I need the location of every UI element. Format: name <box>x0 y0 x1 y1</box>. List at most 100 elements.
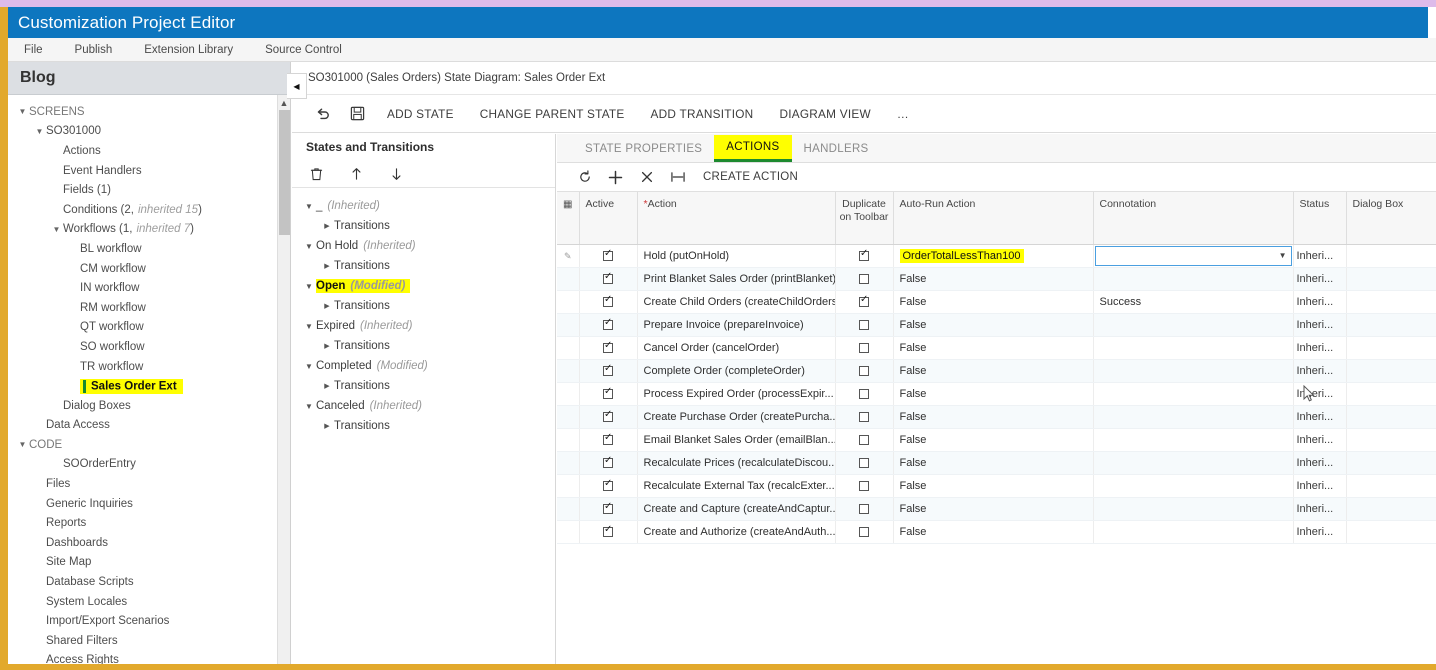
checkbox-icon[interactable] <box>603 432 613 445</box>
connotation-dropdown[interactable]: ▼ <box>1094 245 1292 266</box>
state-node-transitions[interactable]: ▶ Transitions <box>292 216 555 236</box>
state-node-transitions[interactable]: ▶ Transitions <box>292 376 555 396</box>
checkbox-icon[interactable] <box>859 248 869 261</box>
status-cell[interactable]: Inheri... <box>1293 313 1347 337</box>
dialog-box-cell[interactable] <box>1346 497 1436 521</box>
auto-run-action-cell[interactable]: False <box>893 313 1094 337</box>
status-cell[interactable]: Inheri... <box>1293 405 1347 429</box>
sidebar-item-rm-workflow[interactable]: RM workflow <box>8 298 290 318</box>
checkbox-icon[interactable] <box>603 455 613 468</box>
duplicate-on-toolbar-checkbox-cell[interactable] <box>835 336 894 360</box>
tab-actions[interactable]: ACTIONS <box>714 135 792 162</box>
chevron-down-icon[interactable]: ▼ <box>50 225 63 234</box>
table-row[interactable]: Create Purchase Order (createPurcha... Fa… <box>557 405 1436 429</box>
dialog-box-cell[interactable] <box>1346 359 1436 383</box>
delete-icon[interactable] <box>631 164 662 190</box>
tab-handlers[interactable]: HANDLERS <box>792 135 881 162</box>
sidebar-item-in-workflow[interactable]: IN workflow <box>8 278 290 298</box>
column-header-duplicate-on-toolbar[interactable]: Duplicate on Toolbar <box>835 192 894 245</box>
action-cell[interactable]: Recalculate External Tax (recalcExter... <box>637 474 836 498</box>
sidebar-item-database-scripts[interactable]: Database Scripts <box>8 572 290 592</box>
change-parent-state-button[interactable]: CHANGE PARENT STATE <box>467 99 638 129</box>
highlighted-tree-item[interactable]: Sales Order Ext <box>80 378 183 394</box>
auto-run-action-cell[interactable]: False <box>893 428 1094 452</box>
table-row[interactable]: Process Expired Order (processExpir... Fa… <box>557 382 1436 406</box>
column-header-connotation[interactable]: Connotation <box>1093 192 1294 245</box>
state-node-canceled[interactable]: ▼ Canceled (Inherited) <box>292 396 555 416</box>
checkbox-icon[interactable] <box>603 317 613 330</box>
dialog-box-cell[interactable] <box>1346 267 1436 291</box>
chevron-down-icon[interactable]: ▼ <box>33 127 46 136</box>
duplicate-on-toolbar-checkbox-cell[interactable] <box>835 451 894 475</box>
column-header-active[interactable]: Active <box>579 192 638 245</box>
chevron-right-icon[interactable]: ▶ <box>320 382 334 390</box>
checkbox-icon[interactable] <box>603 363 613 376</box>
connotation-cell[interactable] <box>1093 382 1294 406</box>
checkbox-icon[interactable] <box>603 501 613 514</box>
table-row[interactable]: Prepare Invoice (prepareInvoice) False Inh… <box>557 313 1436 337</box>
chevron-right-icon[interactable]: ▶ <box>320 302 334 310</box>
status-cell[interactable]: Inheri... <box>1293 336 1347 360</box>
auto-run-action-cell[interactable]: False <box>893 382 1094 406</box>
state-node-[interactable]: ▼ _ (Inherited) <box>292 196 555 216</box>
state-node-completed[interactable]: ▼ Completed (Modified) <box>292 356 555 376</box>
sidebar-item-code[interactable]: ▼ CODE <box>8 435 290 455</box>
add-state-button[interactable]: ADD STATE <box>374 99 467 129</box>
checkbox-icon[interactable] <box>603 524 613 537</box>
dialog-box-cell[interactable] <box>1346 451 1436 475</box>
status-cell[interactable]: Inheri... <box>1293 428 1347 452</box>
add-icon[interactable] <box>600 164 631 190</box>
checkbox-icon[interactable] <box>859 342 869 353</box>
action-cell[interactable]: Create and Capture (createAndCaptur... <box>637 497 836 521</box>
auto-run-action-cell[interactable]: False <box>893 497 1094 521</box>
highlighted-state[interactable]: Open (Modified) <box>316 279 411 293</box>
table-row[interactable]: Create Child Orders (createChildOrders) F… <box>557 290 1436 314</box>
sidebar-item-import-export-scenarios[interactable]: Import/Export Scenarios <box>8 611 290 631</box>
column-header-row-indicator[interactable]: ▦ <box>557 192 580 245</box>
sidebar-item-site-map[interactable]: Site Map <box>8 553 290 573</box>
action-cell[interactable]: Complete Order (completeOrder) <box>637 359 836 383</box>
action-cell[interactable]: Print Blanket Sales Order (printBlanket) <box>637 267 836 291</box>
sidebar-item-conditions-2[interactable]: Conditions (2, inherited 15) <box>8 200 290 220</box>
create-action-button[interactable]: CREATE ACTION <box>693 171 808 183</box>
sidebar-item-event-handlers[interactable]: Event Handlers <box>8 161 290 181</box>
table-row[interactable]: Complete Order (completeOrder) False Inher… <box>557 359 1436 383</box>
column-header-auto-run-action[interactable]: Auto-Run Action <box>893 192 1094 245</box>
table-row[interactable]: Print Blanket Sales Order (printBlanket)… <box>557 267 1436 291</box>
status-cell[interactable]: Inheri... <box>1293 267 1347 291</box>
active-checkbox-cell[interactable] <box>579 313 638 337</box>
connotation-cell[interactable] <box>1093 267 1294 291</box>
connotation-cell[interactable] <box>1093 428 1294 452</box>
auto-run-action-cell[interactable]: False <box>893 451 1094 475</box>
status-cell[interactable]: Inheri... <box>1293 451 1347 475</box>
sidebar-item-reports[interactable]: Reports <box>8 513 290 533</box>
sidebar-item-so301000[interactable]: ▼ SO301000 <box>8 122 290 142</box>
refresh-icon[interactable] <box>569 164 600 190</box>
status-cell[interactable]: Inheri... <box>1293 520 1347 544</box>
chevron-down-icon[interactable]: ▼ <box>1279 251 1287 260</box>
active-checkbox-cell[interactable] <box>579 382 638 406</box>
status-cell[interactable]: Inheri... <box>1293 474 1347 498</box>
menu-item-extension-library[interactable]: Extension Library <box>128 44 249 56</box>
checkbox-icon[interactable] <box>859 294 869 307</box>
sidebar-item-actions[interactable]: Actions <box>8 141 290 161</box>
dialog-box-cell[interactable] <box>1346 520 1436 544</box>
chevron-down-icon[interactable]: ▼ <box>302 242 316 251</box>
sidebar-item-shared-filters[interactable]: Shared Filters <box>8 631 290 651</box>
auto-run-action-cell[interactable]: False <box>893 405 1094 429</box>
status-cell[interactable]: Inheri... <box>1293 382 1347 406</box>
checkbox-icon[interactable] <box>603 271 613 284</box>
auto-run-action-cell[interactable]: False <box>893 474 1094 498</box>
state-node-transitions[interactable]: ▶ Transitions <box>292 296 555 316</box>
table-row[interactable]: Create and Authorize (createAndAuth... Fa… <box>557 520 1436 544</box>
table-row[interactable]: Email Blanket Sales Order (emailBlan... F… <box>557 428 1436 452</box>
scrollbar-thumb[interactable] <box>279 110 290 235</box>
checkbox-icon[interactable] <box>859 365 869 376</box>
sidebar-item-sales-order-ext[interactable]: Sales Order Ext <box>8 376 290 396</box>
chevron-right-icon[interactable]: ▶ <box>320 262 334 270</box>
sidebar-item-tr-workflow[interactable]: TR workflow <box>8 357 290 377</box>
sidebar-item-bl-workflow[interactable]: BL workflow <box>8 239 290 259</box>
duplicate-on-toolbar-checkbox-cell[interactable] <box>835 382 894 406</box>
connotation-cell[interactable]: ▼ <box>1093 244 1294 268</box>
connotation-cell[interactable]: Success <box>1093 290 1294 314</box>
